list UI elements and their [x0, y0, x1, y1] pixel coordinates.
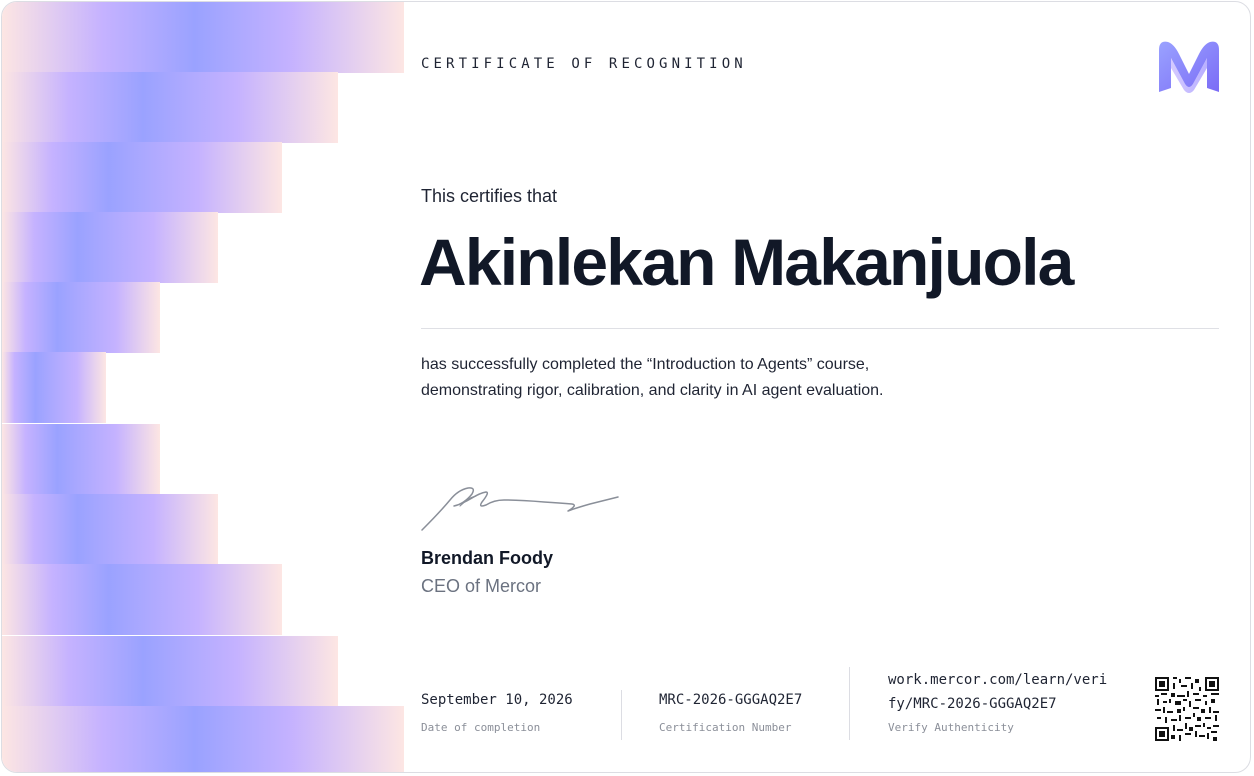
gradient-bar: [2, 564, 282, 635]
verify-authenticity-label: Verify Authenticity: [888, 721, 1014, 734]
completion-date-label: Date of completion: [421, 721, 541, 734]
verify-url-line: work.mercor.com/learn/veri: [888, 672, 1108, 688]
signature-image: [421, 487, 619, 531]
certificate-eyebrow: CERTIFICATE OF RECOGNITION: [421, 56, 747, 72]
qr-code-icon[interactable]: [1155, 677, 1219, 741]
mercor-logo-icon: [1159, 41, 1219, 93]
gradient-bar: [2, 72, 338, 143]
completion-description: has successfully completed the “Introduc…: [421, 352, 884, 404]
description-line: has successfully completed the “Introduc…: [421, 356, 870, 373]
verify-url-link[interactable]: work.mercor.com/learn/veri fy/MRC-2026-G…: [888, 668, 1107, 716]
gradient-bar: [2, 636, 338, 707]
gradient-bar: [2, 494, 218, 565]
certification-number-label: Certification Number: [659, 721, 792, 734]
signer-title: CEO of Mercor: [421, 576, 542, 596]
name-divider: [421, 328, 1219, 329]
gradient-bar: [2, 424, 160, 495]
certifies-intro: This certifies that: [421, 186, 558, 206]
verify-url-line: fy/MRC-2026-GGGAQ2E7: [888, 696, 1057, 712]
certificate-card: CERTIFICATE OF RECOGNITION This certifie…: [1, 1, 1251, 773]
recipient-name: Akinlekan Makanjuola: [419, 225, 1074, 299]
completion-date: September 10, 2026: [421, 692, 573, 708]
footer-divider: [621, 690, 622, 740]
signer-name: Brendan Foody: [421, 548, 554, 568]
gradient-bar: [2, 706, 404, 772]
decorative-gradient-bars: [2, 2, 404, 772]
gradient-bar: [2, 2, 404, 73]
footer-divider: [849, 667, 850, 740]
gradient-bar: [2, 212, 218, 283]
gradient-bar: [2, 282, 160, 353]
certification-number: MRC-2026-GGGAQ2E7: [659, 692, 803, 708]
gradient-bar: [2, 352, 106, 423]
gradient-bar: [2, 142, 282, 213]
description-line: demonstrating rigor, calibration, and cl…: [421, 382, 884, 399]
